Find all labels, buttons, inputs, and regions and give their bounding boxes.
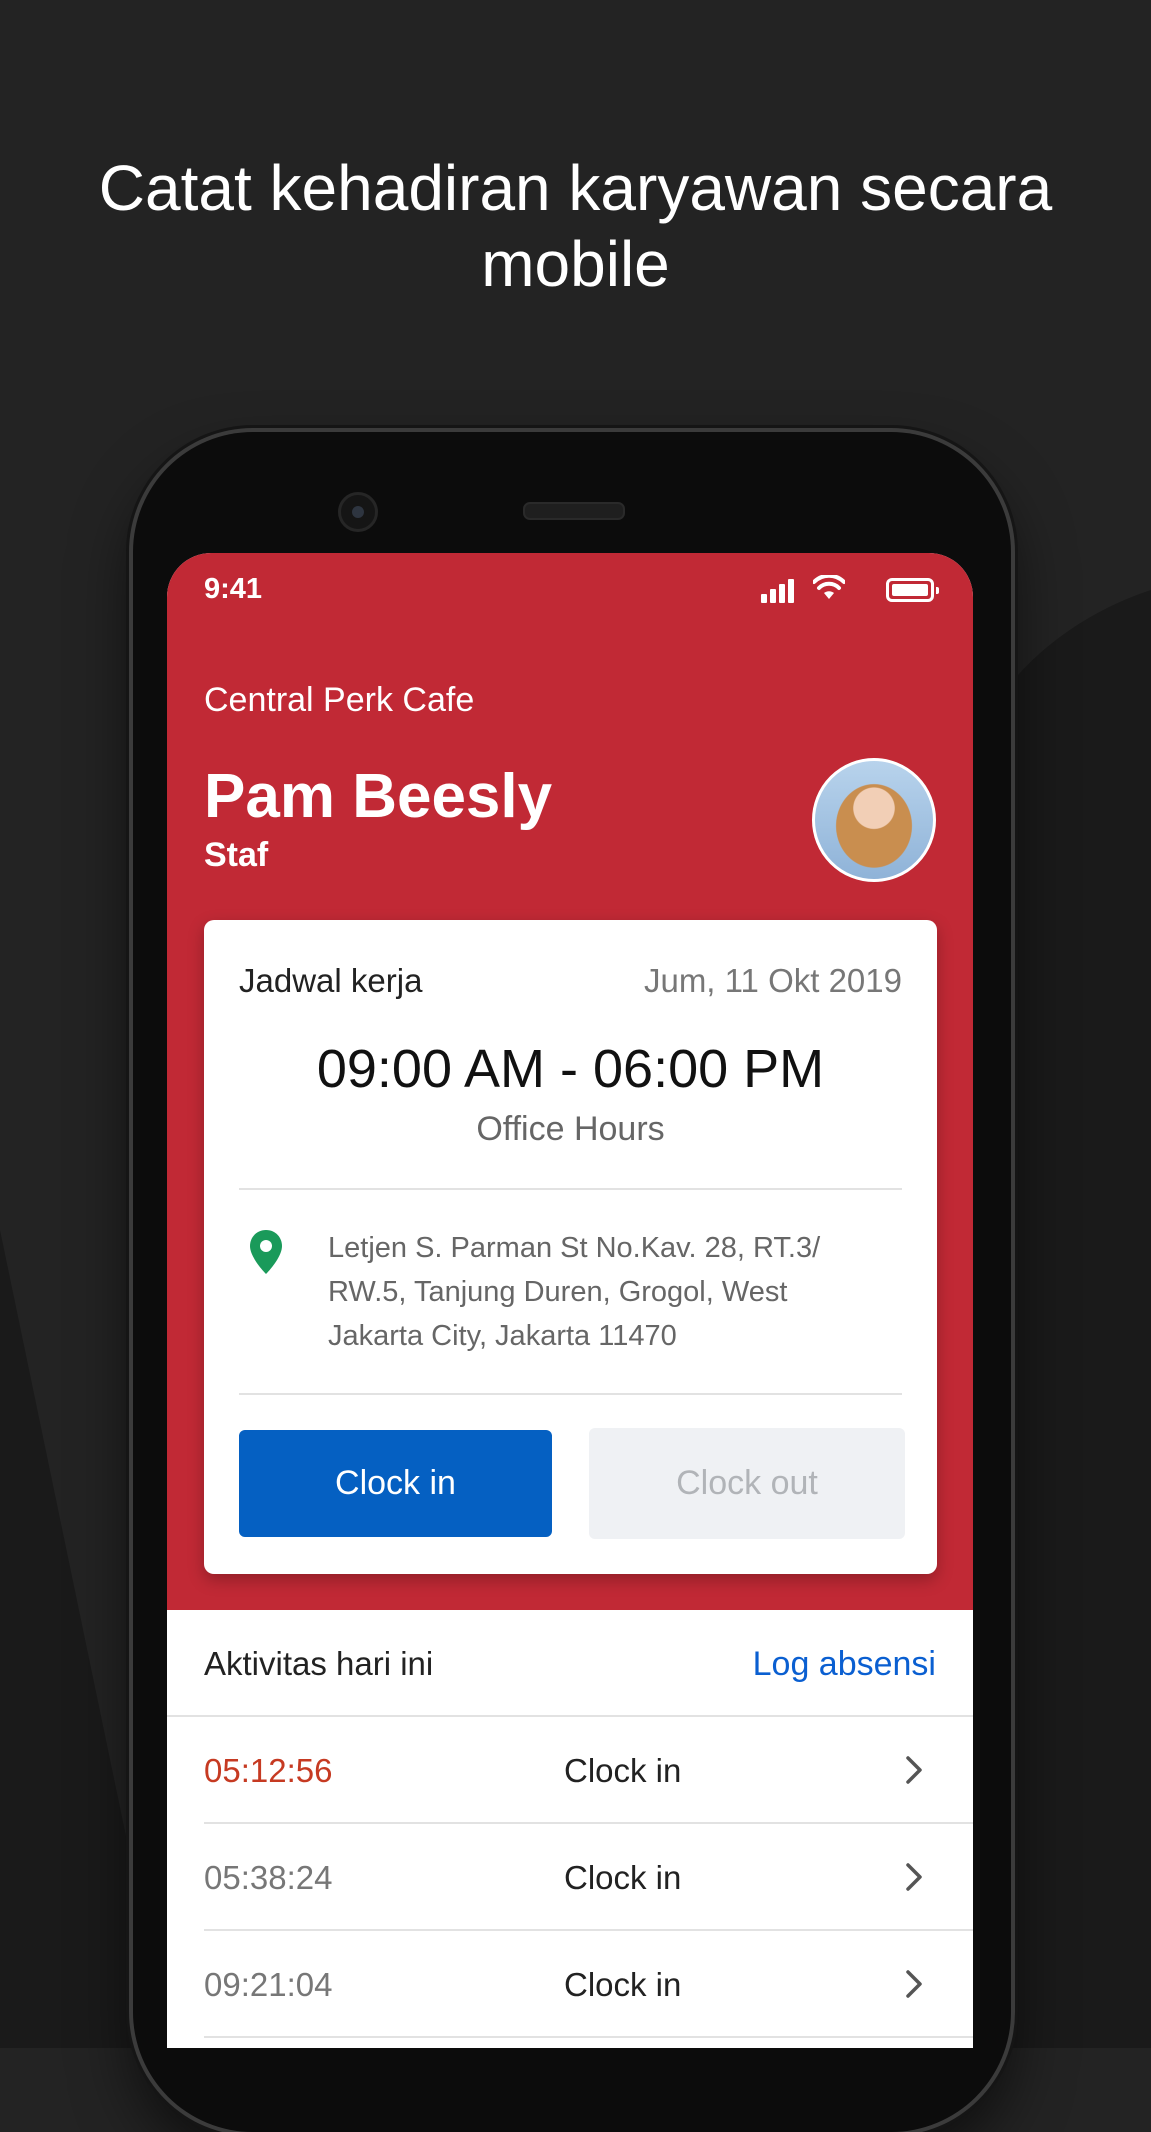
profile-header: 9:41 Central Perk Cafe Pam Beesly Staf J… bbox=[167, 553, 973, 1610]
attendance-log-link[interactable]: Log absensi bbox=[753, 1645, 936, 1684]
clock-in-button[interactable]: Clock in bbox=[239, 1430, 552, 1537]
activity-type: Clock in bbox=[564, 1752, 682, 1789]
battery-icon bbox=[886, 578, 939, 602]
wifi-icon bbox=[813, 575, 845, 599]
divider bbox=[239, 1188, 902, 1190]
schedule-title: Jadwal kerja bbox=[239, 962, 423, 999]
status-icons bbox=[739, 575, 939, 603]
headline-line-2: mobile bbox=[481, 228, 670, 300]
front-camera bbox=[338, 492, 378, 532]
app-screen: 9:41 Central Perk Cafe Pam Beesly Staf J… bbox=[167, 553, 973, 2048]
chevron-right-icon bbox=[906, 1863, 922, 1891]
company-name: Central Perk Cafe bbox=[204, 681, 475, 719]
status-time: 9:41 bbox=[204, 573, 263, 605]
activity-list: 05:12:56 Clock in 05:38:24 Clock in 09:2… bbox=[204, 1717, 973, 2038]
activity-type: Clock in bbox=[564, 1966, 682, 2003]
divider bbox=[239, 1393, 902, 1395]
clock-out-button[interactable]: Clock out bbox=[589, 1428, 905, 1539]
activity-row[interactable]: 05:12:56 Clock in bbox=[204, 1717, 973, 1824]
work-hours: 09:00 AM - 06:00 PM bbox=[316, 1039, 825, 1099]
activity-time: 05:38:24 bbox=[204, 1859, 333, 1896]
headline: Catat kehadiran karyawan secara mobile bbox=[0, 150, 1151, 302]
user-name: Pam Beesly bbox=[204, 762, 553, 831]
work-address: Letjen S. Parman St No.Kav. 28, RT.3/ RW… bbox=[328, 1232, 821, 1352]
activity-row[interactable]: 05:38:24 Clock in bbox=[204, 1824, 973, 1931]
chevron-right-icon bbox=[906, 1970, 922, 1998]
activity-type: Clock in bbox=[564, 1859, 682, 1896]
earpiece-speaker bbox=[523, 502, 625, 520]
schedule-card: Jadwal kerja Jum, 11 Okt 2019 09:00 AM -… bbox=[204, 920, 937, 1574]
chevron-right-icon bbox=[906, 1756, 922, 1784]
activity-time: 09:21:04 bbox=[204, 1966, 333, 2003]
activity-time: 05:12:56 bbox=[204, 1752, 333, 1789]
headline-line-1: Catat kehadiran karyawan secara bbox=[98, 152, 1053, 224]
schedule-date: Jum, 11 Okt 2019 bbox=[643, 962, 902, 999]
avatar[interactable] bbox=[812, 758, 936, 882]
user-role: Staf bbox=[204, 836, 269, 874]
activity-row[interactable]: 09:21:04 Clock in bbox=[204, 1931, 973, 2038]
location-pin-icon bbox=[250, 1230, 282, 1274]
signal-icon bbox=[761, 577, 801, 603]
activity-title: Aktivitas hari ini bbox=[204, 1645, 434, 1682]
activity-header: Aktivitas hari ini Log absensi bbox=[167, 1610, 973, 1717]
work-hours-label: Office Hours bbox=[476, 1110, 665, 1148]
